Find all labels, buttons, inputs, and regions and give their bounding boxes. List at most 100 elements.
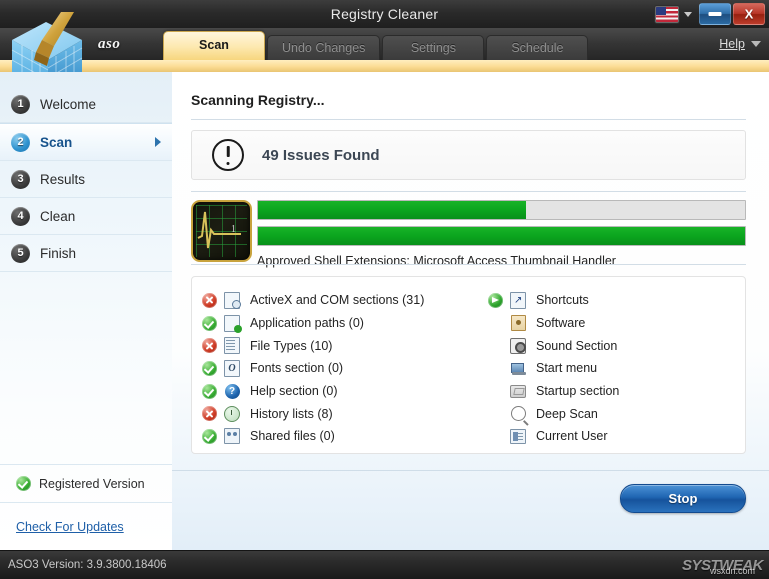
overall-progress-fill (258, 201, 526, 219)
list-item[interactable]: Shortcuts (488, 289, 738, 312)
scan-progress-row: 1 Approved Shell Extensions: Microsoft A… (191, 200, 746, 268)
start-menu-icon (510, 360, 526, 376)
category-label: Shortcuts (536, 293, 589, 308)
status-icon-wrap (202, 338, 224, 354)
sidebar-item-clean[interactable]: 4 Clean (0, 198, 172, 235)
activex-icon (224, 291, 241, 310)
footer-divider (172, 470, 769, 471)
current-user-icon (510, 428, 526, 444)
watermark: SYSTWEAK wsxdn.com (682, 553, 764, 577)
list-item[interactable]: File Types (10) (202, 334, 487, 357)
status-icon-wrap (202, 292, 224, 308)
close-button[interactable]: X (733, 3, 765, 25)
help-menu[interactable]: Help (719, 28, 761, 60)
main-content: Scanning Registry... 49 Issues Found 1 A… (172, 72, 769, 551)
startup-icon (510, 383, 526, 399)
deep-scan-icon (510, 406, 526, 422)
sidebar-item-results[interactable]: 3 Results (0, 161, 172, 198)
category-label: ActiveX and COM sections (31) (250, 293, 425, 308)
status-icon-wrap (202, 428, 224, 444)
window-controls: X (655, 2, 765, 26)
list-item[interactable]: History lists (8) (202, 402, 487, 425)
categories-left-column: ActiveX and COM sections (31) Applicatio… (202, 289, 487, 448)
tab-list: Scan Undo Changes Settings Schedule (163, 31, 590, 60)
registered-version-row: Registered Version (0, 464, 172, 503)
list-item[interactable]: ? Help section (0) (202, 380, 487, 403)
sidebar-item-label: Finish (40, 245, 77, 261)
in-progress-arrow-icon (488, 292, 503, 308)
category-label: Software (536, 316, 586, 331)
step-badge: 2 (11, 132, 30, 152)
status-icon-wrap (488, 292, 510, 308)
shortcuts-icon (510, 291, 526, 309)
check-circle-icon (202, 383, 217, 399)
list-item[interactable]: ActiveX and COM sections (31) (202, 289, 487, 312)
version-label: ASO3 Version: 3.9.3800.18406 (8, 559, 167, 571)
divider (191, 119, 746, 120)
sidebar-item-scan[interactable]: 2 Scan (0, 123, 172, 161)
status-icon-wrap (202, 406, 224, 422)
check-circle-icon (202, 315, 217, 331)
tab-scan[interactable]: Scan (163, 31, 265, 60)
sidebar-footer: Registered Version Check For Updates (0, 464, 172, 551)
help-label: Help (719, 37, 745, 51)
list-item[interactable]: Startup section (488, 380, 738, 403)
list-item[interactable]: Start menu (488, 357, 738, 380)
current-progress-bar (257, 226, 746, 246)
current-progress-fill (258, 227, 745, 245)
us-flag-icon[interactable] (655, 5, 679, 23)
scan-status-text: Approved Shell Extensions: Microsoft Acc… (257, 254, 616, 268)
progress-bars (257, 200, 746, 246)
registered-version-label: Registered Version (39, 476, 145, 491)
watermark-url: wsxdn.com (709, 566, 755, 576)
category-label: Start menu (536, 361, 598, 376)
category-label: Fonts section (0) (250, 361, 344, 376)
monitor-digit: 1 (231, 224, 236, 235)
step-badge: 5 (11, 243, 30, 263)
list-item[interactable]: Sound Section (488, 334, 738, 357)
tab-undo-changes[interactable]: Undo Changes (267, 35, 381, 60)
status-icon-wrap (202, 315, 224, 331)
check-updates-link[interactable]: Check For Updates (16, 520, 124, 534)
check-updates-row[interactable]: Check For Updates (0, 503, 172, 551)
issues-found-banner: 49 Issues Found (191, 130, 746, 180)
registry-cleaner-window: Registry Cleaner X aso Scan Undo Changes… (0, 0, 769, 579)
list-item[interactable]: Deep Scan (488, 402, 738, 425)
check-circle-icon (202, 360, 217, 376)
window-title: Registry Cleaner (330, 6, 439, 22)
tab-schedule[interactable]: Schedule (486, 35, 589, 60)
page-title: Scanning Registry... (191, 92, 325, 108)
tab-settings[interactable]: Settings (382, 35, 485, 60)
brand-label: aso (98, 36, 121, 52)
minimize-button[interactable] (699, 3, 731, 25)
overall-progress-bar (257, 200, 746, 220)
error-icon (202, 338, 217, 354)
category-label: File Types (10) (250, 338, 333, 353)
stop-button[interactable]: Stop (620, 484, 746, 513)
category-label: Startup section (536, 384, 620, 399)
list-item[interactable]: Application paths (0) (202, 312, 487, 335)
issues-found-label: 49 Issues Found (262, 146, 380, 164)
category-label: Sound Section (536, 338, 618, 353)
check-circle-icon (202, 428, 217, 444)
list-item[interactable]: Current User (488, 425, 738, 448)
title-bar: Registry Cleaner X (0, 0, 769, 29)
category-label: Application paths (0) (250, 316, 364, 331)
software-icon (510, 315, 526, 332)
status-icon-wrap (202, 360, 224, 376)
list-item[interactable]: O Fonts section (0) (202, 357, 487, 380)
chevron-down-icon[interactable] (684, 11, 692, 17)
help-icon: ? (224, 383, 240, 399)
sidebar-item-label: Results (40, 171, 86, 187)
list-item[interactable]: Software (488, 312, 738, 335)
category-label: Deep Scan (536, 406, 598, 421)
sidebar-item-label: Clean (40, 208, 76, 224)
sidebar-item-finish[interactable]: 5 Finish (0, 235, 172, 272)
app-paths-icon (224, 314, 242, 334)
waveform-icon (197, 211, 241, 249)
sidebar: 1 Welcome 2 Scan 3 Results 4 Clean 5 Fin… (0, 72, 173, 551)
error-icon (202, 292, 217, 308)
chevron-down-icon (751, 41, 761, 47)
list-item[interactable]: Shared files (0) (202, 425, 487, 448)
sidebar-item-welcome[interactable]: 1 Welcome (0, 86, 172, 123)
